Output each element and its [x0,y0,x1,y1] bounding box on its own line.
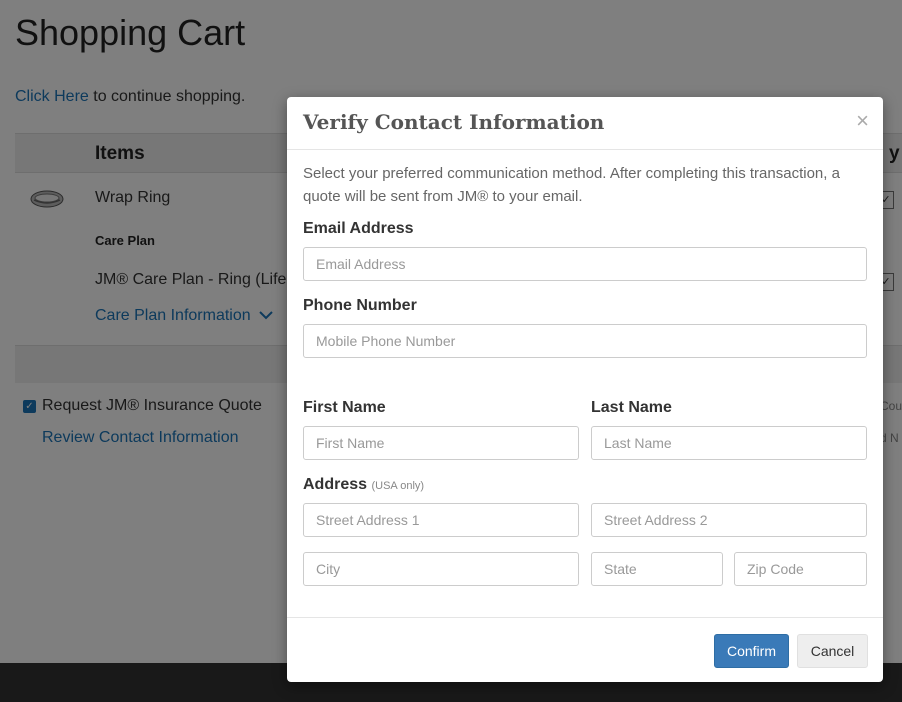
email-label: Email Address [303,220,414,237]
email-field[interactable] [303,247,867,281]
phone-field[interactable] [303,324,867,358]
close-icon[interactable]: × [856,108,869,134]
address-label: Address [303,476,368,493]
street-address-2-field[interactable] [591,503,867,537]
confirm-button[interactable]: Confirm [714,634,789,668]
last-name-field[interactable] [591,426,867,460]
modal-title: Verify Contact Information [303,110,605,134]
phone-label: Phone Number [303,297,417,314]
modal-header: Verify Contact Information × [287,97,883,150]
zip-code-field[interactable] [734,552,867,586]
verify-contact-modal: Verify Contact Information × Select your… [287,97,883,682]
modal-intro-text: Select your preferred communication meth… [303,165,840,205]
modal-footer: Confirm Cancel [287,617,883,682]
state-field[interactable] [591,552,723,586]
address-note: (USA only) [371,480,425,492]
last-name-label: Last Name [591,399,672,416]
street-address-1-field[interactable] [303,503,579,537]
address-label-group: Address (USA only) [303,476,424,494]
cancel-button[interactable]: Cancel [797,634,868,668]
first-name-label: First Name [303,399,386,416]
first-name-field[interactable] [303,426,579,460]
city-field[interactable] [303,552,579,586]
